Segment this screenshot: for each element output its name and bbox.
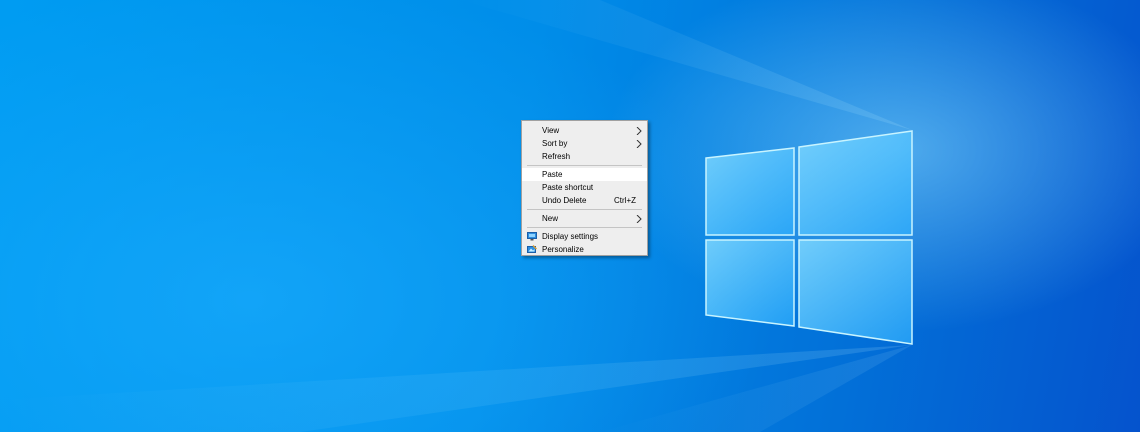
desktop[interactable]: View Sort by Refresh Paste Paste shortcu… [0,0,1140,432]
menu-item-label: Paste [542,170,563,179]
menu-item-display-settings[interactable]: Display settings [522,230,647,243]
menu-item-label: Personalize [542,245,584,254]
menu-item-undo-delete[interactable]: Undo Delete Ctrl+Z [522,194,647,207]
menu-item-shortcut: Ctrl+Z [614,196,636,205]
menu-item-label: Sort by [542,139,568,148]
chevron-right-icon [636,140,642,148]
personalize-icon [527,245,537,253]
menu-item-refresh[interactable]: Refresh [522,150,647,163]
display-settings-icon [527,232,537,241]
menu-item-personalize[interactable]: Personalize [522,243,647,256]
menu-item-view[interactable]: View [522,124,647,137]
menu-item-label: Display settings [542,232,599,241]
chevron-right-icon [636,127,642,135]
menu-separator [527,227,642,228]
menu-item-sort-by[interactable]: Sort by [522,137,647,150]
menu-separator [527,209,642,210]
menu-item-label: Refresh [542,152,571,161]
desktop-context-menu: View Sort by Refresh Paste Paste shortcu… [521,120,648,256]
menu-separator [527,165,642,166]
chevron-right-icon [636,215,642,223]
menu-item-label: View [542,126,560,135]
menu-item-label: Paste shortcut [542,183,594,192]
menu-item-paste-shortcut[interactable]: Paste shortcut [522,181,647,194]
menu-item-paste[interactable]: Paste [522,168,647,181]
menu-item-new[interactable]: New [522,212,647,225]
menu-item-label: Undo Delete [542,196,587,205]
menu-item-label: New [542,214,559,223]
